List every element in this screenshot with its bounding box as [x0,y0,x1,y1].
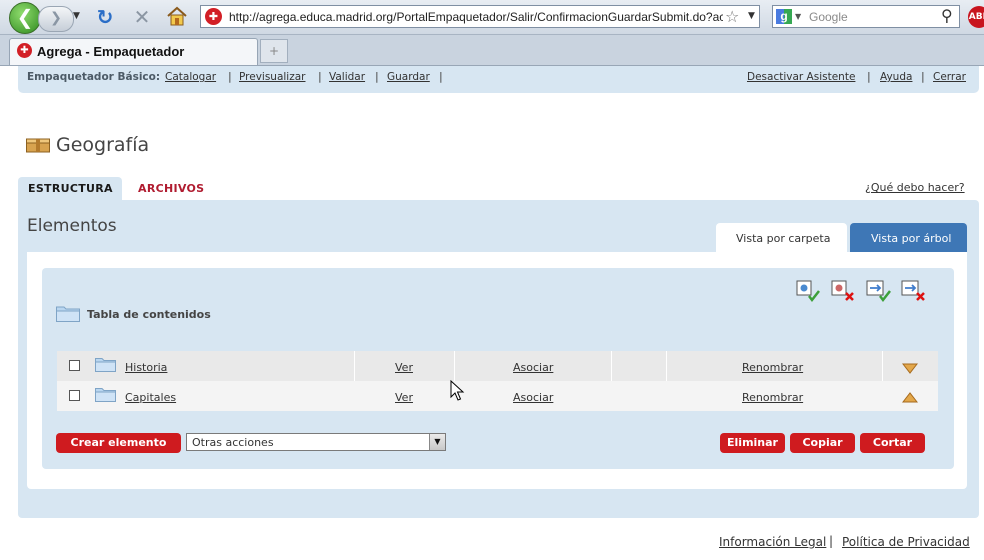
separator: | [318,70,322,83]
create-element-button[interactable]: Crear elemento [56,433,181,453]
separator: | [829,534,834,548]
table-row: Capitales Ver Asociar Renombrar [57,381,938,411]
cell-divider [882,351,883,381]
move-down-icon[interactable] [901,359,919,374]
forward-arrow-icon[interactable]: ❯ [38,6,74,32]
tab-archivos[interactable]: ARCHIVOS [138,182,204,195]
rename-link[interactable]: Renombrar [742,391,803,404]
separator: | [375,70,379,83]
link-validar[interactable]: Validar [329,71,365,83]
separator: | [228,70,232,83]
mouse-cursor-icon [450,379,466,402]
tab-title: Agrega - Empaquetador [37,44,185,59]
row-checkbox[interactable] [69,360,80,371]
link-previsualizar[interactable]: Previsualizar [239,71,305,83]
toc-label: Tabla de contenidos [87,308,211,321]
url-dropdown-icon[interactable]: ▼ [748,11,755,21]
back-arrow-icon[interactable]: ❮ [9,2,41,34]
new-tab-button[interactable]: + [260,39,288,63]
select-all-icon[interactable] [795,279,821,303]
cut-button[interactable]: Cortar [860,433,925,453]
magnifier-icon[interactable]: ⚲ [941,6,953,25]
cell-divider [454,351,455,381]
associate-link[interactable]: Asociar [513,391,553,404]
reload-icon[interactable]: ↻ [93,6,117,28]
other-actions-value: Otras acciones [192,436,274,449]
element-name-link[interactable]: Historia [125,361,167,374]
engine-dropdown-icon[interactable]: ▼ [795,12,801,21]
tab-folder-view-label[interactable]: Vista por carpeta [736,232,830,245]
cell-divider [354,351,355,381]
stop-icon[interactable]: ✕ [130,6,154,28]
delete-button[interactable]: Eliminar [720,433,785,453]
link-cerrar[interactable]: Cerrar [933,71,966,83]
separator: | [867,70,871,83]
deselect-all-icon[interactable] [830,279,856,303]
star-icon[interactable]: ☆ [725,7,739,26]
search-input[interactable]: Google [809,10,848,24]
url-text[interactable]: http://agrega.educa.madrid.org/PortalEmp… [229,10,723,24]
link-desactivar-asistente[interactable]: Desactivar Asistente [747,71,855,83]
link-catalogar[interactable]: Catalogar [165,71,216,83]
help-link[interactable]: ¿Qué debo hacer? [865,181,965,194]
tab-favicon-icon: ✚ [17,43,32,58]
view-link[interactable]: Ver [395,391,413,404]
table-row: Historia Ver Asociar Renombrar [57,351,938,381]
topbar-label: Empaquetador Básico: [27,71,161,83]
collapse-all-icon[interactable] [900,279,926,303]
cell-divider [611,351,612,381]
link-guardar[interactable]: Guardar [387,71,430,83]
folder-icon [56,305,80,322]
privacy-policy-link[interactable]: Política de Privacidad [842,535,970,549]
row-checkbox[interactable] [69,390,80,401]
site-favicon-icon: ✚ [205,8,222,25]
tab-tree-view-label[interactable]: Vista por árbol [871,232,951,245]
history-dropdown-icon[interactable]: ▼ [73,11,80,21]
separator: | [921,70,925,83]
separator: | [439,70,443,83]
browser-tab-active[interactable]: ✚ Agrega - Empaquetador [9,38,258,65]
adblock-icon[interactable]: ABP [968,6,984,28]
legal-info-link[interactable]: Información Legal [719,535,826,549]
expand-all-icon[interactable] [865,279,891,303]
url-bar[interactable]: ✚ http://agrega.educa.madrid.org/PortalE… [200,5,760,28]
view-link[interactable]: Ver [395,361,413,374]
navigation-toolbar: ❮ ❯ ▼ ↻ ✕ ✚ http://agrega.educa.madrid.o… [0,0,984,35]
package-icon [26,137,50,153]
folder-icon [95,357,116,372]
search-bar[interactable]: g ▼ Google ⚲ [772,5,960,28]
cell-divider [666,351,667,381]
other-actions-select[interactable]: Otras acciones ▼ [186,433,446,451]
folder-icon [95,387,116,402]
element-name-link[interactable]: Capitales [125,391,176,404]
tab-estructura-label[interactable]: ESTRUCTURA [28,182,113,195]
home-icon[interactable] [165,6,189,28]
google-engine-icon[interactable]: g [776,9,792,24]
move-up-icon[interactable] [901,389,919,403]
link-ayuda[interactable]: Ayuda [880,71,912,83]
chevron-down-icon[interactable]: ▼ [429,434,445,450]
page-title: Geografía [56,134,150,156]
section-title: Elementos [27,216,117,236]
associate-link[interactable]: Asociar [513,361,553,374]
rename-link[interactable]: Renombrar [742,361,803,374]
copy-button[interactable]: Copiar [790,433,855,453]
